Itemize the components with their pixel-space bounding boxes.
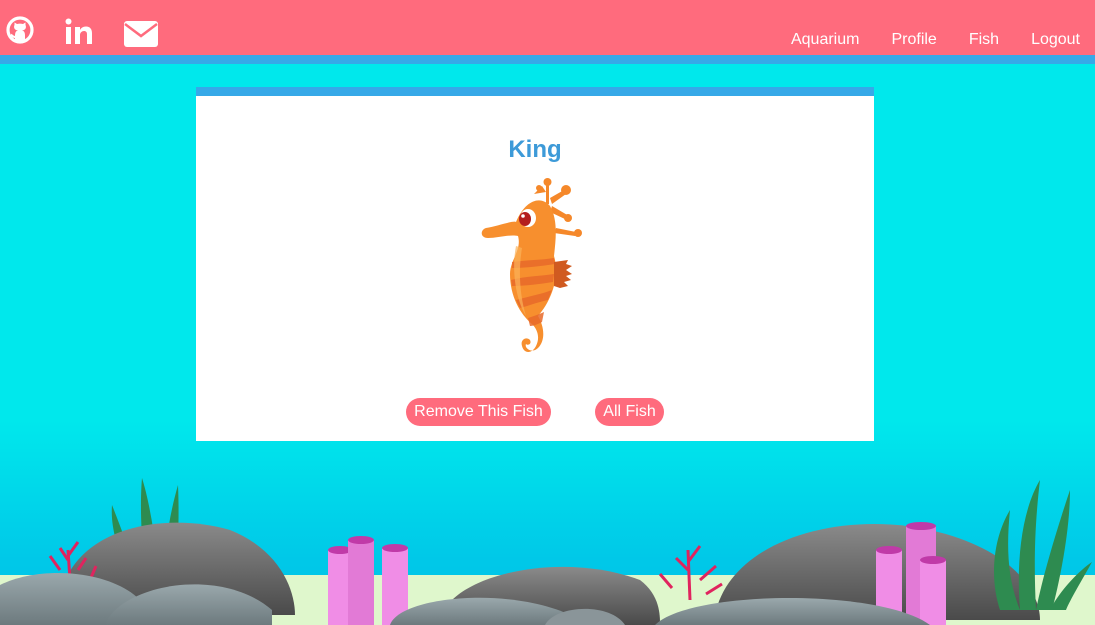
seabed-scenery — [0, 478, 1095, 625]
nav-fish[interactable]: Fish — [969, 30, 999, 50]
envelope-icon — [124, 21, 158, 47]
email-link[interactable] — [124, 21, 158, 47]
github-icon — [6, 16, 34, 44]
seahorse-image — [481, 178, 582, 352]
remove-fish-button[interactable]: Remove This Fish — [406, 398, 551, 426]
nav-logout[interactable]: Logout — [1031, 30, 1080, 50]
top-navbar: Aquarium Profile Fish Logout — [0, 0, 1095, 55]
fish-card: King Remove This Fish All Fish — [196, 87, 874, 441]
nav-accent-stripe — [0, 55, 1095, 64]
nav-profile[interactable]: Profile — [891, 30, 936, 50]
nav-links: Aquarium Profile Fish Logout — [759, 30, 1080, 50]
linkedin-link[interactable] — [64, 17, 94, 47]
fish-name: King — [508, 136, 562, 163]
nav-aquarium[interactable]: Aquarium — [791, 30, 859, 50]
all-fish-button[interactable]: All Fish — [595, 398, 664, 426]
github-link[interactable] — [6, 16, 34, 44]
linkedin-icon — [65, 18, 92, 44]
